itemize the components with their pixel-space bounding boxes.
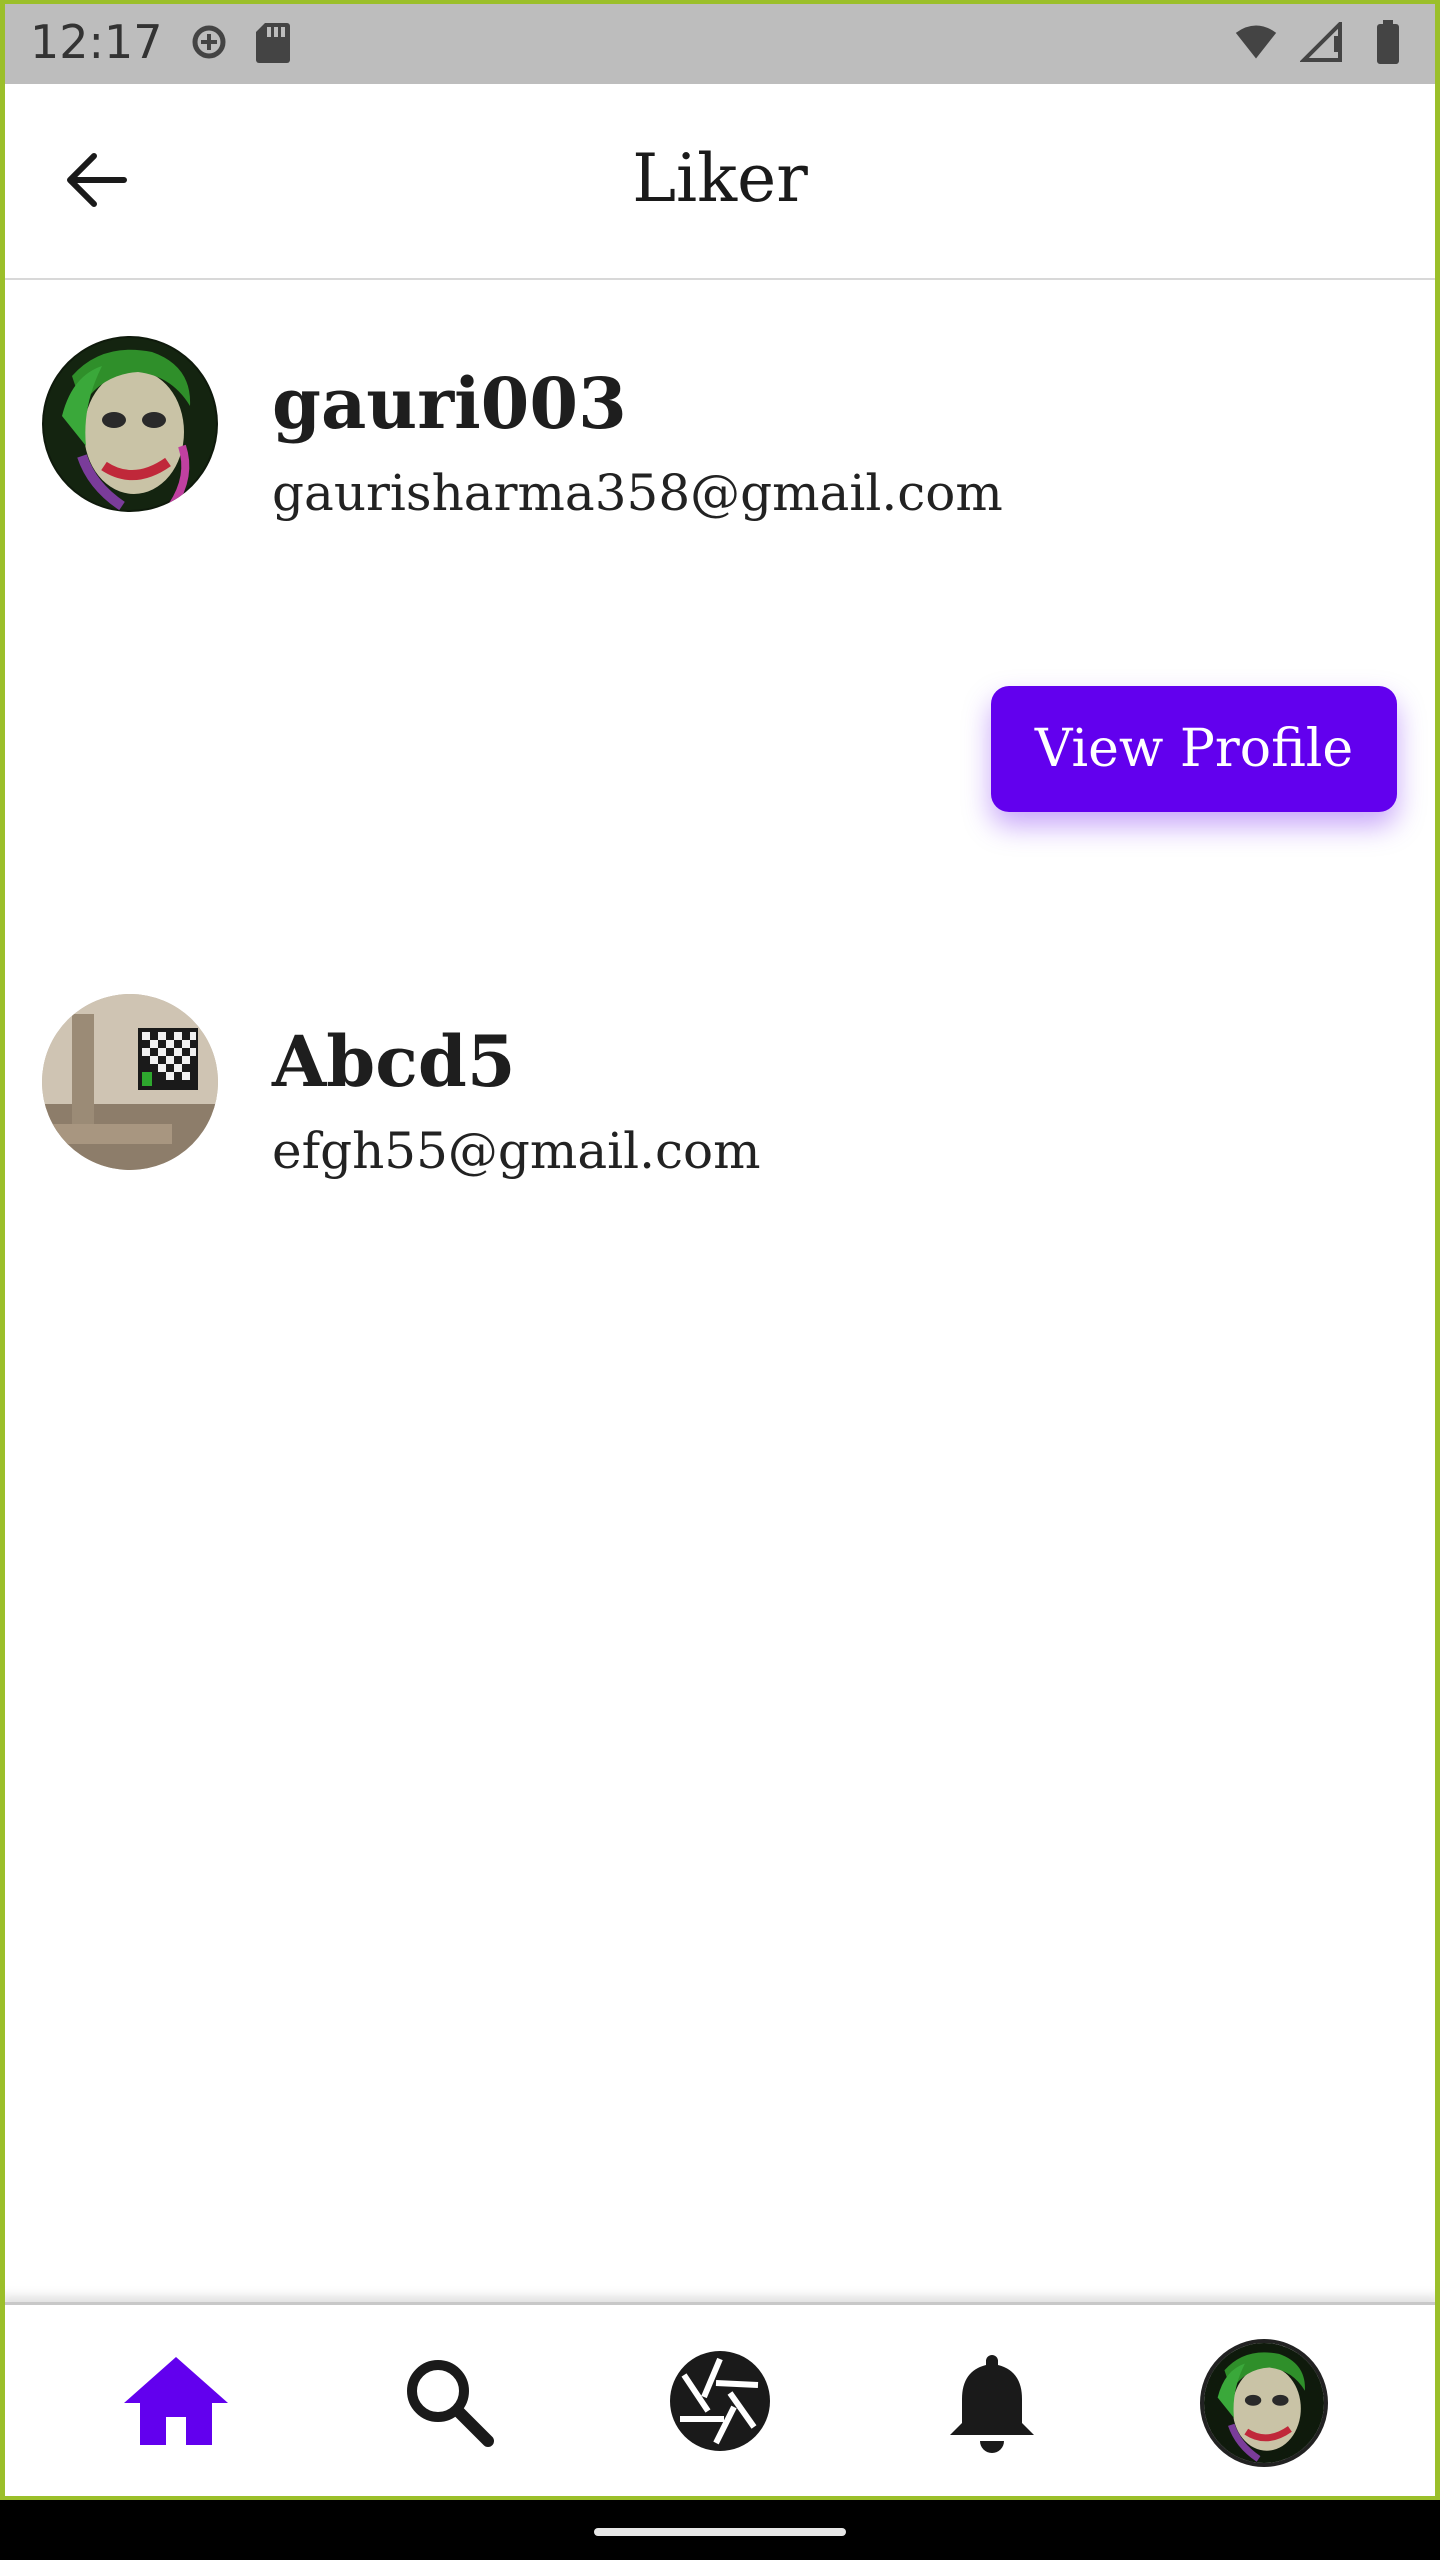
avatar[interactable] (42, 994, 218, 1170)
nav-profile[interactable] (1189, 2328, 1339, 2478)
sd-card-icon (251, 20, 295, 64)
nav-camera[interactable] (645, 2328, 795, 2478)
liker-email: gaurisharma358@gmail.com (272, 464, 1003, 522)
liker-username: Abcd5 (272, 1020, 516, 1103)
bottom-nav (0, 2302, 1440, 2500)
search-icon (400, 2353, 496, 2453)
home-gesture-pill[interactable] (594, 2528, 846, 2536)
view-profile-button[interactable]: View Profile (991, 686, 1397, 812)
nav-notifications[interactable] (917, 2328, 1067, 2478)
signal-icon (1300, 20, 1344, 64)
status-bar: 12:17 (0, 0, 1440, 84)
liker-username: gauri003 (272, 362, 627, 445)
liker-email: efgh55@gmail.com (272, 1122, 761, 1180)
page-title: Liker (632, 140, 808, 217)
liker-list: gauri003 gaurisharma358@gmail.com Abcd5 … (0, 282, 1440, 1180)
bell-icon (948, 2349, 1036, 2457)
wifi-icon (1234, 20, 1278, 64)
profile-avatar (1200, 2338, 1328, 2467)
liker-row-gauri003[interactable]: gauri003 gaurisharma358@gmail.com (0, 282, 1440, 612)
nav-home[interactable] (101, 2328, 251, 2478)
nav-search[interactable] (373, 2328, 523, 2478)
home-icon (122, 2353, 230, 2453)
avatar[interactable] (42, 336, 218, 512)
camera-shutter-icon (668, 2349, 772, 2457)
battery-icon (1366, 20, 1410, 64)
app-bar: Liker (0, 84, 1440, 280)
status-time: 12:17 (30, 15, 163, 69)
data-saver-icon (187, 20, 231, 64)
system-nav-bar (0, 2500, 1440, 2560)
